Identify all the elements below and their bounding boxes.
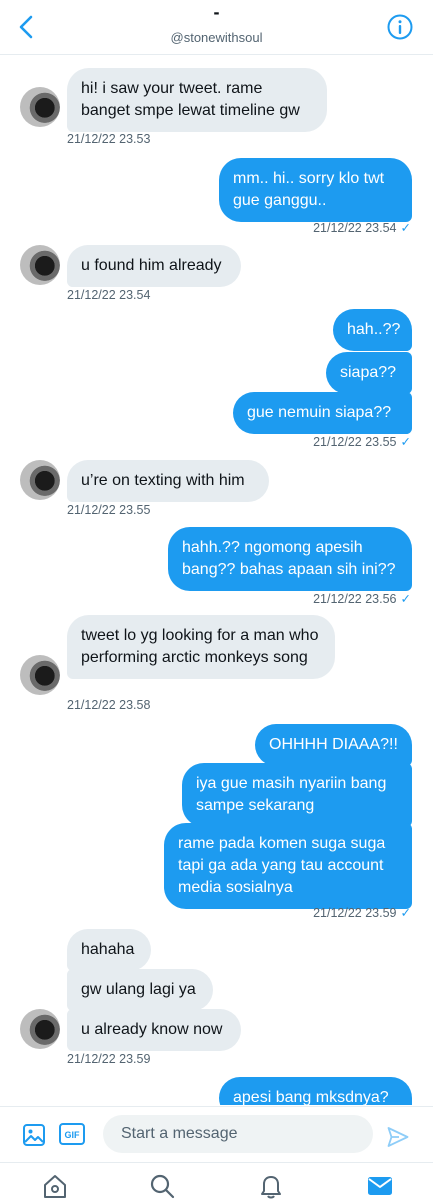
conversation-header: - @stonewithsoul <box>0 0 433 55</box>
message-bubble-outgoing[interactable]: rame pada komen suga suga tapi ga ada ya… <box>164 823 412 909</box>
avatar[interactable] <box>20 1009 60 1049</box>
message-bubble-outgoing[interactable]: OHHHH DIAAA?!! <box>255 724 412 766</box>
read-receipt-icon: ✓ <box>400 906 411 920</box>
message-input[interactable] <box>103 1115 361 1153</box>
bottom-navigation <box>0 1162 433 1201</box>
message-timestamp: 21/12/22 23.59 ✓ <box>313 906 411 920</box>
send-icon[interactable] <box>386 1125 410 1149</box>
message-composer: GIF <box>0 1106 433 1163</box>
gif-icon[interactable]: GIF <box>59 1123 85 1145</box>
message-bubble-incoming[interactable]: gw ulang lagi ya <box>67 969 213 1011</box>
message-timestamp: 21/12/22 23.55 ✓ <box>313 435 411 449</box>
message-bubble-outgoing[interactable]: mm.. hi.. sorry klo twt gue ganggu.. <box>219 158 412 222</box>
message-timestamp: 21/12/22 23.54 ✓ <box>313 221 411 235</box>
message-timestamp: 21/12/22 23.59 <box>67 1052 151 1066</box>
read-receipt-icon: ✓ <box>400 592 411 606</box>
message-bubble-incoming[interactable]: tweet lo yg looking for a man who perfor… <box>67 615 335 679</box>
message-bubble-outgoing[interactable]: hahh.?? ngomong apesih bang?? bahas apaa… <box>168 527 412 591</box>
message-timestamp: 21/12/22 23.55 <box>67 503 151 517</box>
avatar[interactable] <box>20 87 60 127</box>
read-receipt-icon: ✓ <box>400 221 411 235</box>
avatar[interactable] <box>20 655 60 695</box>
read-receipt-icon: ✓ <box>400 435 411 449</box>
message-bubble-incoming[interactable]: hahaha <box>67 929 151 971</box>
message-bubble-outgoing[interactable]: apesi bang mksdnya? <box>219 1077 412 1105</box>
message-bubble-outgoing[interactable]: gue nemuin siapa?? <box>233 392 412 434</box>
message-bubble-incoming[interactable]: u already know now <box>67 1009 241 1051</box>
avatar[interactable] <box>20 245 60 285</box>
message-timestamp: 21/12/22 23.56 ✓ <box>313 592 411 606</box>
message-timestamp: 21/12/22 23.53 <box>67 132 151 146</box>
search-icon[interactable] <box>149 1173 175 1199</box>
message-input-wrapper[interactable] <box>103 1115 373 1153</box>
message-bubble-outgoing[interactable]: hah..?? <box>333 309 412 351</box>
message-timestamp: 21/12/22 23.54 <box>67 288 151 302</box>
message-bubble-incoming[interactable]: u’re on texting with him <box>67 460 269 502</box>
message-bubble-outgoing[interactable]: iya gue masih nyariin bang sampe sekaran… <box>182 763 412 827</box>
avatar[interactable] <box>20 460 60 500</box>
home-icon[interactable] <box>42 1173 68 1199</box>
message-bubble-incoming[interactable]: hi! i saw your tweet. rame banget smpe l… <box>67 68 327 132</box>
bell-icon[interactable] <box>258 1173 284 1199</box>
image-icon[interactable] <box>22 1123 46 1147</box>
message-bubble-outgoing[interactable]: siapa?? <box>326 352 412 394</box>
message-list[interactable]: hi! i saw your tweet. rame banget smpe l… <box>0 55 433 1105</box>
mail-icon[interactable] <box>367 1173 393 1199</box>
gif-label: GIF <box>65 1130 81 1140</box>
conversation-handle[interactable]: @stonewithsoul <box>0 30 433 45</box>
conversation-title[interactable]: - <box>0 2 433 23</box>
message-timestamp: 21/12/22 23.58 <box>67 698 151 712</box>
info-icon[interactable] <box>387 14 413 40</box>
message-bubble-incoming[interactable]: u found him already <box>67 245 241 287</box>
